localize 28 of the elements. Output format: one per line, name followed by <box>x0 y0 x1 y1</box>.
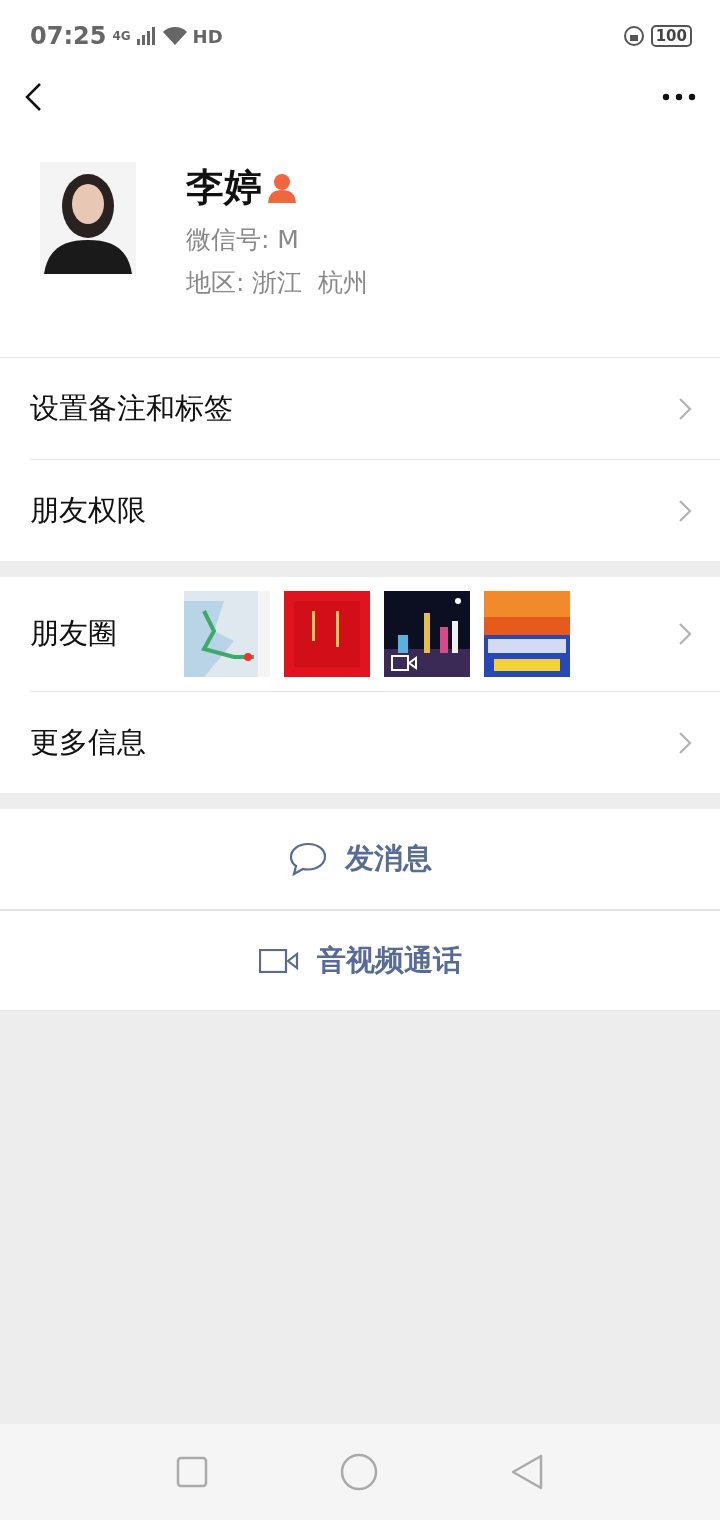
hd-indicator: HD <box>192 25 223 47</box>
video-call-icon <box>258 948 299 973</box>
chat-bubble-icon <box>288 842 327 876</box>
row-label: 设置备注和标签 <box>30 389 233 427</box>
info-row[interactable]: 更多信息 <box>30 691 720 793</box>
region: 地区: 浙江 杭州 <box>186 267 369 299</box>
chevron-icon <box>678 730 692 755</box>
battery-indicator: 100 <box>650 25 692 47</box>
wifi-icon <box>162 27 187 45</box>
avatar[interactable] <box>40 162 136 274</box>
lock-rotation-icon <box>622 25 645 47</box>
signal-icon <box>136 27 157 45</box>
settings-row[interactable]: 设置备注和标签 <box>0 358 720 459</box>
clock: 07:25 <box>30 22 107 50</box>
row-label: 朋友权限 <box>30 491 146 529</box>
row-label: 朋友圈 <box>30 615 118 652</box>
more-icon[interactable] <box>662 93 696 101</box>
wechat-id: 微信号: M <box>186 224 300 256</box>
contact-name: 李婷 <box>186 164 262 211</box>
chevron-icon <box>678 622 692 646</box>
info-row[interactable]: 朋友圈 <box>0 577 720 691</box>
row-label: 更多信息 <box>30 723 147 761</box>
back-icon[interactable] <box>24 82 42 112</box>
network-type: 4G <box>112 29 131 43</box>
chevron-icon <box>678 498 692 523</box>
action-button[interactable]: 音视频通话 <box>0 910 720 1011</box>
chevron-icon <box>678 396 692 421</box>
settings-row[interactable]: 朋友权限 <box>30 459 720 561</box>
